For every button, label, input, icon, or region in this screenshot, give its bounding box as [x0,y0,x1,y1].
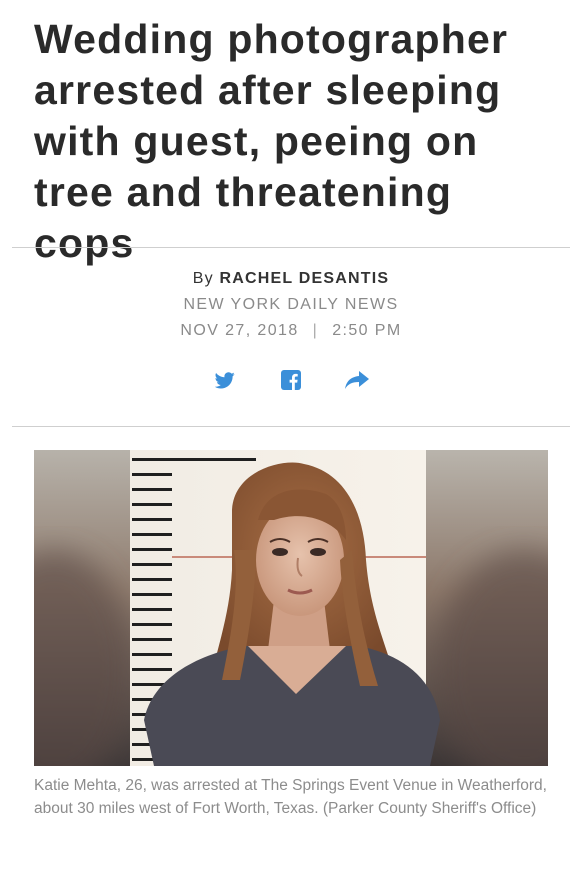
publication-source: NEW YORK DAILY NEWS [183,296,399,313]
byline-prefix: By [192,270,214,287]
publish-date: NOV 27, 2018 [180,322,299,339]
divider-bottom [12,426,570,427]
mugshot-image [34,450,548,766]
article-headline: Wedding photographer arrested after slee… [34,16,509,266]
facebook-share-button[interactable] [279,368,303,392]
date-separator: | [312,322,319,339]
twitter-icon [215,371,235,388]
dateline: NOV 27, 2018 | 2:50 PM [0,322,582,340]
article-photo[interactable] [34,450,548,766]
facebook-icon [281,370,301,390]
publish-time: 2:50 PM [332,322,402,339]
photo-caption: Katie Mehta, 26, was arrested at The Spr… [34,777,547,817]
share-button[interactable] [345,368,369,392]
twitter-share-button[interactable] [213,368,237,392]
divider-top [12,247,570,248]
share-bar [0,368,582,392]
share-arrow-icon [345,371,369,389]
byline: By RACHEL DESANTIS [0,270,582,288]
author-name[interactable]: RACHEL DESANTIS [220,270,390,287]
